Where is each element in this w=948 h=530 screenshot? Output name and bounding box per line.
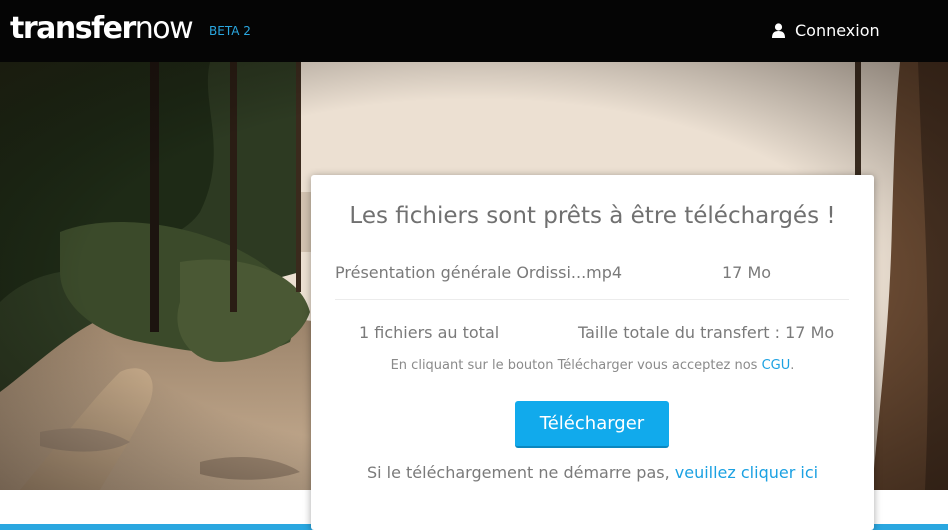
terms-notice: En cliquant sur le bouton Télécharger vo… xyxy=(311,358,874,373)
user-icon xyxy=(772,22,785,38)
total-transfer-size: Taille totale du transfert : 17 Mo xyxy=(578,323,835,342)
top-bar: transfernow BETA 2 Connexion xyxy=(0,0,948,62)
file-size: 17 Mo xyxy=(722,263,772,282)
terms-text: En cliquant sur le bouton Télécharger vo… xyxy=(390,358,758,373)
retry-link[interactable]: veuillez cliquer ici xyxy=(675,463,818,482)
card-title: Les fichiers sont prêts à être télécharg… xyxy=(349,203,836,229)
file-name: Présentation générale Ordissi...mp4 xyxy=(335,263,623,282)
beta-badge: BETA 2 xyxy=(209,24,251,38)
login-button[interactable]: Connexion xyxy=(772,19,880,41)
login-label: Connexion xyxy=(795,20,880,40)
terms-link[interactable]: CGU xyxy=(762,358,791,373)
logo-light: now xyxy=(134,11,194,46)
total-files-count: 1 fichiers au total xyxy=(359,323,500,342)
retry-notice: Si le téléchargement ne démarre pas, veu… xyxy=(311,463,874,482)
download-card: Les fichiers sont prêts à être télécharg… xyxy=(311,175,874,530)
file-row: Présentation générale Ordissi...mp4 17 M… xyxy=(335,263,849,300)
retry-text: Si le téléchargement ne démarre pas, xyxy=(366,463,670,482)
terms-suffix: . xyxy=(790,358,795,373)
logo[interactable]: transfernow xyxy=(10,11,194,46)
download-button[interactable]: Télécharger xyxy=(515,401,669,448)
logo-bold: transfer xyxy=(10,11,136,46)
